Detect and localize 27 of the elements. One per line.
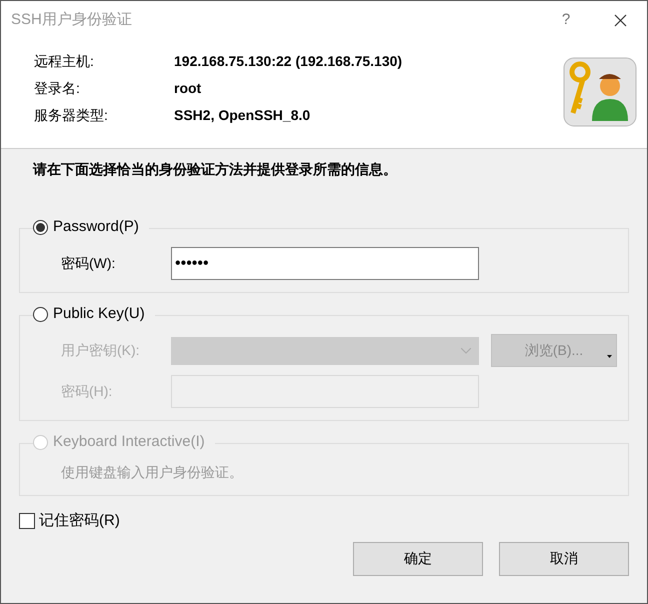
info-value: SSH2, OpenSSH_8.0	[174, 106, 310, 125]
info-label: 服务器类型:	[34, 106, 109, 124]
remember-checkbox[interactable]	[19, 513, 35, 530]
close-icon[interactable]	[614, 14, 627, 26]
method-description: 使用键盘输入用户身份验证。	[61, 463, 244, 482]
radio-button[interactable]	[33, 220, 48, 235]
info-label: 登录名:	[34, 78, 81, 98]
radio-button[interactable]	[33, 306, 48, 322]
window-title: SSH用户身份验证	[11, 10, 132, 30]
field-label: 密码(W):	[61, 254, 116, 273]
remember-label: 记住密码(R)	[39, 511, 120, 531]
key-user-icon	[563, 57, 637, 127]
field-label: 用户密钥(K):	[61, 341, 141, 360]
radio-label: Password(P)	[53, 217, 139, 237]
radio-label: Keyboard Interactive(I)	[53, 432, 205, 452]
instruction-text: 请在下面选择恰当的身份验证方法并提供登录所需的信息。	[32, 160, 398, 179]
caret-icon	[607, 355, 612, 358]
password-field[interactable]: ••••••	[171, 247, 479, 280]
info-value: 192.168.75.130:22 (192.168.75.130)	[174, 52, 402, 71]
radio-label: Public Key(U)	[53, 304, 145, 324]
info-label: 远程主机:	[34, 52, 95, 70]
ok-button[interactable]: 确定	[353, 542, 483, 576]
help-button[interactable]: ?	[546, 8, 586, 32]
cancel-button[interactable]: 取消	[499, 542, 629, 576]
field-label: 密码(H):	[61, 382, 114, 401]
info-value: root	[174, 78, 202, 98]
chevron-down-icon	[461, 348, 471, 354]
